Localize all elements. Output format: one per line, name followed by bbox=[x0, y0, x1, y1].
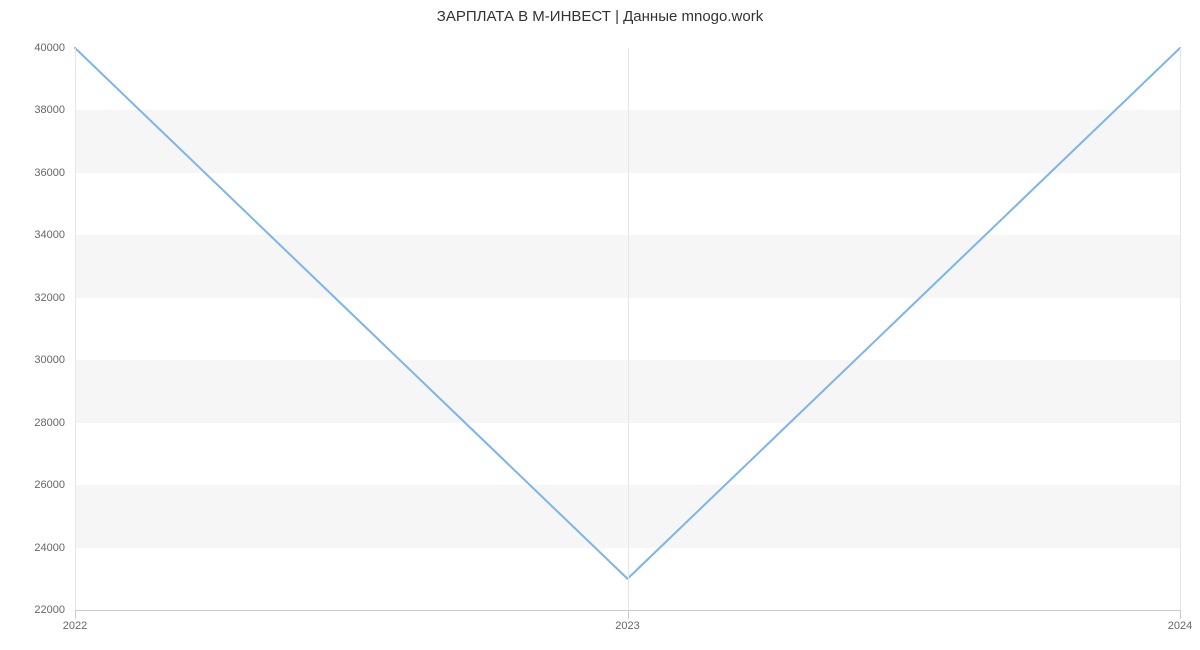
x-tick-label: 2022 bbox=[63, 620, 87, 632]
y-tick-label: 22000 bbox=[34, 604, 65, 616]
x-tick-mark bbox=[628, 609, 629, 619]
x-tick-mark bbox=[1180, 609, 1181, 619]
x-tick-label: 2024 bbox=[1168, 620, 1192, 632]
y-axis: 2200024000260002800030000320003400036000… bbox=[0, 48, 75, 610]
y-tick-label: 38000 bbox=[34, 104, 65, 116]
y-tick-label: 28000 bbox=[34, 417, 65, 429]
x-tick-label: 2023 bbox=[615, 620, 639, 632]
x-gridline bbox=[628, 48, 629, 610]
y-tick-label: 34000 bbox=[34, 229, 65, 241]
x-gridline bbox=[75, 48, 76, 610]
y-tick-label: 26000 bbox=[34, 479, 65, 491]
y-tick-label: 40000 bbox=[34, 42, 65, 54]
y-tick-label: 36000 bbox=[34, 167, 65, 179]
y-tick-label: 24000 bbox=[34, 542, 65, 554]
x-gridline bbox=[1180, 48, 1181, 610]
x-tick-mark bbox=[75, 609, 76, 619]
x-axis: 202220232024 bbox=[75, 610, 1180, 640]
chart-title: ЗАРПЛАТА В М-ИНВЕСТ | Данные mnogo.work bbox=[0, 8, 1200, 25]
chart-container: ЗАРПЛАТА В М-ИНВЕСТ | Данные mnogo.work … bbox=[0, 0, 1200, 650]
y-tick-label: 30000 bbox=[34, 354, 65, 366]
y-tick-label: 32000 bbox=[34, 292, 65, 304]
